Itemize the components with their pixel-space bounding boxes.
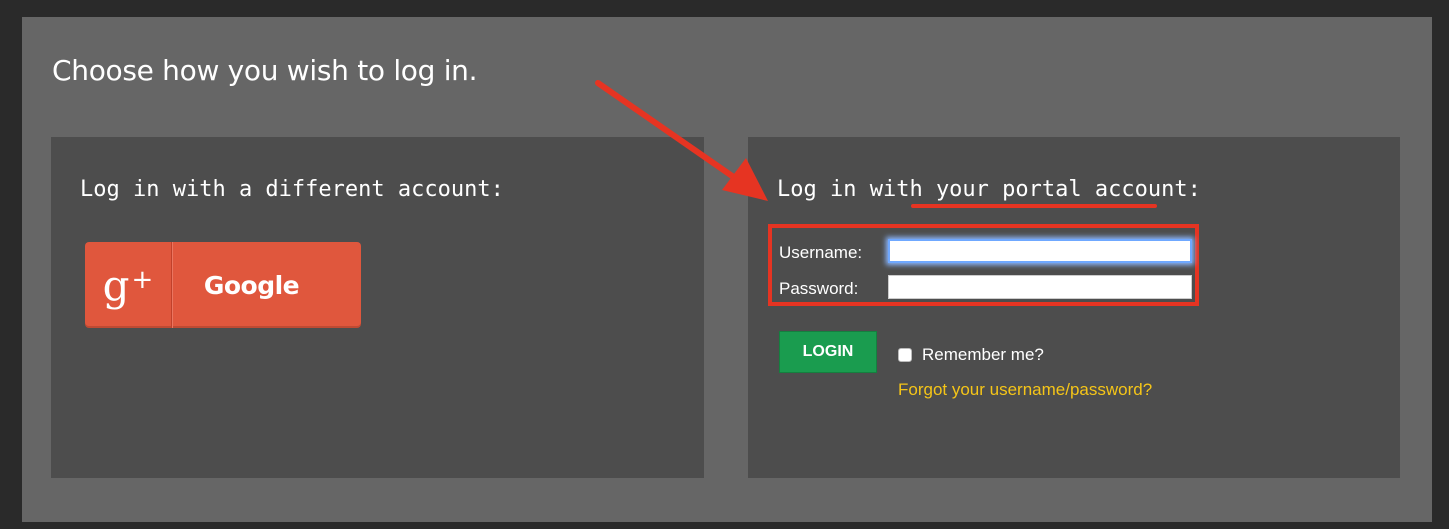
username-label: Username: (779, 243, 863, 262)
annotation-underline (911, 204, 1157, 208)
google-plus-glyph: + (131, 265, 154, 295)
portal-login-title: Log in with your portal account: (777, 177, 1201, 202)
external-login-title: Log in with a different account: (80, 177, 504, 202)
screen-frame: Choose how you wish to log in. Log in wi… (0, 0, 1449, 529)
google-plus-icon: g + (85, 242, 172, 328)
external-login-panel: Log in with a different account: g + Goog… (51, 137, 704, 478)
google-login-button[interactable]: g + Google (85, 242, 361, 328)
login-button[interactable]: LOGIN (779, 331, 877, 373)
password-label: Password: (779, 279, 859, 298)
username-input[interactable] (888, 239, 1192, 263)
google-g-glyph: g (102, 260, 130, 310)
remember-me[interactable]: Remember me? (898, 345, 1044, 365)
portal-login-panel: Log in with your portal account: Usernam… (748, 137, 1400, 478)
google-button-label: Google (203, 270, 300, 300)
page-heading: Choose how you wish to log in. (52, 54, 478, 87)
remember-me-label: Remember me? (922, 345, 1044, 364)
forgot-credentials-link[interactable]: Forgot your username/password? (898, 380, 1152, 400)
login-container: Choose how you wish to log in. Log in wi… (22, 17, 1432, 522)
password-input[interactable] (888, 275, 1192, 299)
remember-me-checkbox[interactable] (898, 348, 912, 362)
